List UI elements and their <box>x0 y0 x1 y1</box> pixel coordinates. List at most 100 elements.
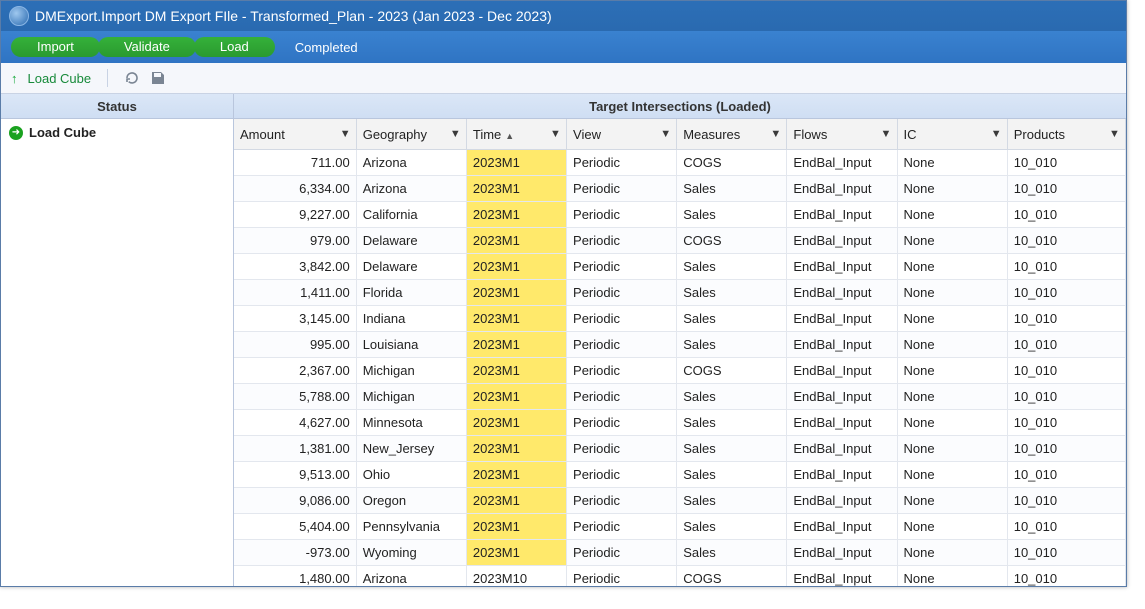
cell-geography[interactable]: Ohio <box>356 462 466 488</box>
cell-flows[interactable]: EndBal_Input <box>787 462 897 488</box>
table-row[interactable]: 3,842.00Delaware2023M1PeriodicSalesEndBa… <box>234 254 1126 280</box>
cell-geography[interactable]: Michigan <box>356 358 466 384</box>
filter-icon[interactable]: ▼ <box>881 128 891 140</box>
cell-measures[interactable]: COGS <box>677 150 787 176</box>
table-row[interactable]: 9,086.00Oregon2023M1PeriodicSalesEndBal_… <box>234 488 1126 514</box>
cell-measures[interactable]: Sales <box>677 254 787 280</box>
cell-view[interactable]: Periodic <box>567 540 677 566</box>
cell-measures[interactable]: Sales <box>677 514 787 540</box>
save-icon[interactable] <box>150 70 166 86</box>
table-row[interactable]: 1,480.00Arizona2023M10PeriodicCOGSEndBal… <box>234 566 1126 587</box>
cell-time[interactable]: 2023M1 <box>466 384 566 410</box>
cell-geography[interactable]: Florida <box>356 280 466 306</box>
cell-amount[interactable]: 2,367.00 <box>234 358 356 384</box>
cell-products[interactable]: 10_010 <box>1007 306 1125 332</box>
cell-flows[interactable]: EndBal_Input <box>787 358 897 384</box>
cell-time[interactable]: 2023M1 <box>466 176 566 202</box>
cell-geography[interactable]: Louisiana <box>356 332 466 358</box>
cell-ic[interactable]: None <box>897 228 1007 254</box>
cell-products[interactable]: 10_010 <box>1007 436 1125 462</box>
cell-view[interactable]: Periodic <box>567 436 677 462</box>
cell-time[interactable]: 2023M1 <box>466 540 566 566</box>
filter-icon[interactable]: ▼ <box>1109 128 1119 140</box>
cell-time[interactable]: 2023M1 <box>466 358 566 384</box>
cell-flows[interactable]: EndBal_Input <box>787 306 897 332</box>
cell-view[interactable]: Periodic <box>567 228 677 254</box>
col-header-time[interactable]: Time▲▼ <box>466 119 566 150</box>
cell-geography[interactable]: New_Jersey <box>356 436 466 462</box>
cell-products[interactable]: 10_010 <box>1007 202 1125 228</box>
cell-amount[interactable]: 1,480.00 <box>234 566 356 587</box>
cell-flows[interactable]: EndBal_Input <box>787 566 897 587</box>
load-cube-button[interactable]: Load Cube <box>28 71 92 86</box>
cell-amount[interactable]: 5,404.00 <box>234 514 356 540</box>
cell-time[interactable]: 2023M1 <box>466 202 566 228</box>
table-row[interactable]: 9,227.00California2023M1PeriodicSalesEnd… <box>234 202 1126 228</box>
cell-measures[interactable]: Sales <box>677 462 787 488</box>
cell-time[interactable]: 2023M1 <box>466 436 566 462</box>
cell-ic[interactable]: None <box>897 462 1007 488</box>
cell-products[interactable]: 10_010 <box>1007 488 1125 514</box>
cell-geography[interactable]: Delaware <box>356 254 466 280</box>
cell-ic[interactable]: None <box>897 488 1007 514</box>
cell-products[interactable]: 10_010 <box>1007 254 1125 280</box>
cell-time[interactable]: 2023M1 <box>466 514 566 540</box>
cell-amount[interactable]: 3,145.00 <box>234 306 356 332</box>
cell-measures[interactable]: Sales <box>677 280 787 306</box>
cell-measures[interactable]: Sales <box>677 332 787 358</box>
table-row[interactable]: 979.00Delaware2023M1PeriodicCOGSEndBal_I… <box>234 228 1126 254</box>
cell-products[interactable]: 10_010 <box>1007 462 1125 488</box>
cell-view[interactable]: Periodic <box>567 150 677 176</box>
col-header-amount[interactable]: Amount▼ <box>234 119 356 150</box>
table-row[interactable]: 995.00Louisiana2023M1PeriodicSalesEndBal… <box>234 332 1126 358</box>
cell-flows[interactable]: EndBal_Input <box>787 436 897 462</box>
table-row[interactable]: 6,334.00Arizona2023M1PeriodicSalesEndBal… <box>234 176 1126 202</box>
table-row[interactable]: 5,404.00Pennsylvania2023M1PeriodicSalesE… <box>234 514 1126 540</box>
cell-amount[interactable]: 979.00 <box>234 228 356 254</box>
filter-icon[interactable]: ▼ <box>991 128 1001 140</box>
data-grid[interactable]: Amount▼ Geography▼ Time▲▼ View▼ Measures… <box>234 119 1126 586</box>
cell-flows[interactable]: EndBal_Input <box>787 540 897 566</box>
cell-view[interactable]: Periodic <box>567 566 677 587</box>
cell-measures[interactable]: Sales <box>677 384 787 410</box>
cell-time[interactable]: 2023M1 <box>466 332 566 358</box>
cell-ic[interactable]: None <box>897 410 1007 436</box>
cell-ic[interactable]: None <box>897 254 1007 280</box>
status-node-load-cube[interactable]: ➜ Load Cube <box>9 125 225 140</box>
filter-icon[interactable]: ▼ <box>340 128 350 140</box>
cell-measures[interactable]: Sales <box>677 176 787 202</box>
cell-amount[interactable]: 9,086.00 <box>234 488 356 514</box>
cell-products[interactable]: 10_010 <box>1007 358 1125 384</box>
cell-geography[interactable]: Arizona <box>356 176 466 202</box>
col-header-measures[interactable]: Measures▼ <box>677 119 787 150</box>
cell-products[interactable]: 10_010 <box>1007 228 1125 254</box>
cell-geography[interactable]: Indiana <box>356 306 466 332</box>
table-row[interactable]: 1,381.00New_Jersey2023M1PeriodicSalesEnd… <box>234 436 1126 462</box>
cell-measures[interactable]: COGS <box>677 228 787 254</box>
table-row[interactable]: 2,367.00Michigan2023M1PeriodicCOGSEndBal… <box>234 358 1126 384</box>
cell-geography[interactable]: Pennsylvania <box>356 514 466 540</box>
cell-ic[interactable]: None <box>897 332 1007 358</box>
cell-ic[interactable]: None <box>897 540 1007 566</box>
cell-ic[interactable]: None <box>897 436 1007 462</box>
cell-measures[interactable]: Sales <box>677 436 787 462</box>
cell-products[interactable]: 10_010 <box>1007 566 1125 587</box>
cell-measures[interactable]: COGS <box>677 566 787 587</box>
cell-flows[interactable]: EndBal_Input <box>787 332 897 358</box>
cell-amount[interactable]: 711.00 <box>234 150 356 176</box>
cell-amount[interactable]: 9,513.00 <box>234 462 356 488</box>
cell-geography[interactable]: Delaware <box>356 228 466 254</box>
cell-geography[interactable]: Michigan <box>356 384 466 410</box>
cell-time[interactable]: 2023M1 <box>466 306 566 332</box>
cell-time[interactable]: 2023M10 <box>466 566 566 587</box>
cell-flows[interactable]: EndBal_Input <box>787 410 897 436</box>
cell-amount[interactable]: 1,381.00 <box>234 436 356 462</box>
cell-measures[interactable]: Sales <box>677 540 787 566</box>
cell-flows[interactable]: EndBal_Input <box>787 280 897 306</box>
cell-measures[interactable]: Sales <box>677 202 787 228</box>
step-validate-button[interactable]: Validate <box>98 37 196 57</box>
cell-geography[interactable]: Arizona <box>356 566 466 587</box>
cell-ic[interactable]: None <box>897 358 1007 384</box>
table-row[interactable]: -973.00Wyoming2023M1PeriodicSalesEndBal_… <box>234 540 1126 566</box>
cell-view[interactable]: Periodic <box>567 306 677 332</box>
